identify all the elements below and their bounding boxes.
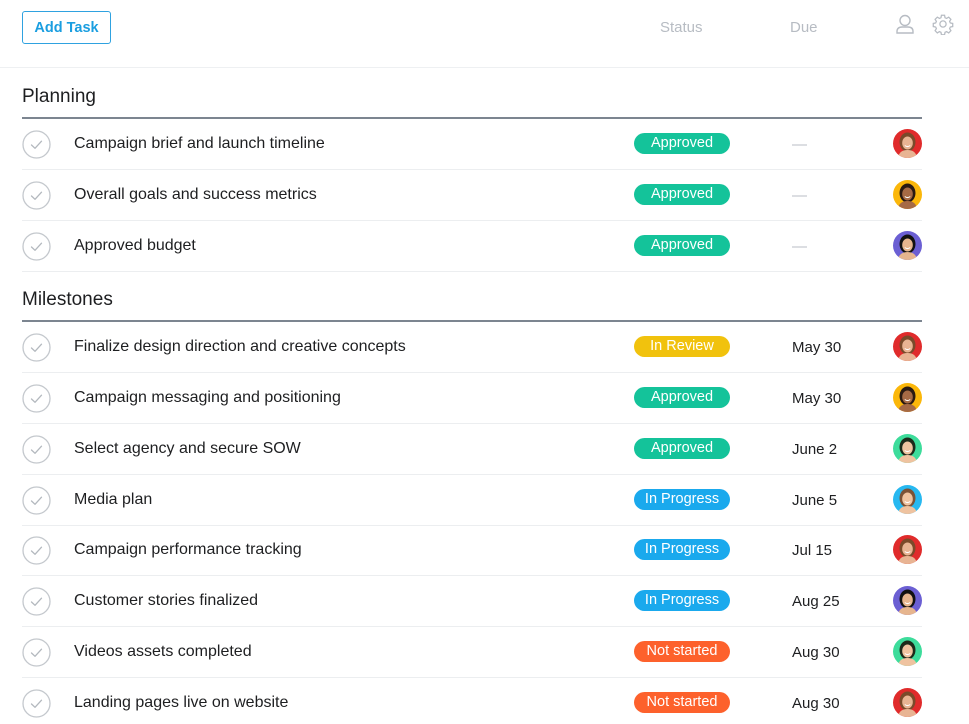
task-name[interactable]: Customer stories finalized xyxy=(74,592,258,610)
assignee-avatar[interactable] xyxy=(893,434,922,463)
assignee-avatar[interactable] xyxy=(893,586,922,615)
assignee-avatar[interactable] xyxy=(893,332,922,361)
task-row[interactable]: Campaign performance tracking In Progres… xyxy=(22,525,922,576)
complete-checkbox-icon[interactable] xyxy=(22,486,51,515)
avatar-portrait-icon xyxy=(898,234,917,260)
assignee-avatar[interactable] xyxy=(893,129,922,158)
avatar-portrait-icon xyxy=(898,488,917,514)
gear-icon[interactable] xyxy=(932,13,954,36)
assignee-avatar[interactable] xyxy=(893,231,922,260)
task-name[interactable]: Select agency and secure SOW xyxy=(74,440,301,458)
task-name[interactable]: Campaign performance tracking xyxy=(74,541,302,559)
due-date[interactable]: — xyxy=(792,187,807,204)
task-name[interactable]: Finalize design direction and creative c… xyxy=(74,338,406,356)
complete-checkbox-icon[interactable] xyxy=(22,130,51,159)
avatar-portrait-icon xyxy=(898,132,917,158)
complete-checkbox-icon[interactable] xyxy=(22,689,51,718)
status-badge[interactable]: Not started xyxy=(634,692,730,713)
avatar-portrait-icon xyxy=(898,538,917,564)
toolbar: Add Task Status Due xyxy=(0,0,969,68)
task-name[interactable]: Videos assets completed xyxy=(74,643,252,661)
status-badge[interactable]: Approved xyxy=(634,184,730,205)
column-header-status[interactable]: Status xyxy=(660,19,703,36)
complete-checkbox-icon[interactable] xyxy=(22,181,51,210)
assignee-avatar[interactable] xyxy=(893,637,922,666)
status-badge[interactable]: In Progress xyxy=(634,489,730,510)
person-outline-icon[interactable] xyxy=(894,13,916,35)
complete-checkbox-icon[interactable] xyxy=(22,638,51,667)
due-date[interactable]: Aug 30 xyxy=(792,695,840,712)
task-name[interactable]: Campaign messaging and positioning xyxy=(74,389,341,407)
due-date[interactable]: — xyxy=(792,136,807,153)
task-name[interactable]: Campaign brief and launch timeline xyxy=(74,135,325,153)
task-name[interactable]: Media plan xyxy=(74,491,152,509)
complete-checkbox-icon[interactable] xyxy=(22,384,51,413)
complete-checkbox-icon[interactable] xyxy=(22,587,51,616)
status-badge[interactable]: In Progress xyxy=(634,590,730,611)
due-date[interactable]: June 5 xyxy=(792,492,837,509)
status-badge[interactable]: Approved xyxy=(634,235,730,256)
due-date[interactable]: May 30 xyxy=(792,339,841,356)
task-name[interactable]: Approved budget xyxy=(74,237,196,255)
task-name[interactable]: Landing pages live on website xyxy=(74,694,288,712)
due-date[interactable]: Aug 25 xyxy=(792,593,840,610)
task-row[interactable]: Campaign brief and launch timeline Appro… xyxy=(22,119,922,170)
status-badge[interactable]: In Review xyxy=(634,336,730,357)
avatar-portrait-icon xyxy=(898,691,917,717)
column-header-due[interactable]: Due xyxy=(790,19,818,36)
due-date[interactable]: — xyxy=(792,238,807,255)
task-row[interactable]: Media plan In Progress June 5 xyxy=(22,475,922,526)
assignee-avatar[interactable] xyxy=(893,383,922,412)
avatar-portrait-icon xyxy=(898,589,917,615)
complete-checkbox-icon[interactable] xyxy=(22,536,51,565)
assignee-avatar[interactable] xyxy=(893,535,922,564)
assignee-avatar[interactable] xyxy=(893,688,922,717)
section-title[interactable]: Milestones xyxy=(22,289,113,311)
avatar-portrait-icon xyxy=(898,437,917,463)
avatar-portrait-icon xyxy=(898,335,917,361)
avatar-portrait-icon xyxy=(898,386,917,412)
due-date[interactable]: May 30 xyxy=(792,390,841,407)
task-row[interactable]: Videos assets completed Not started Aug … xyxy=(22,627,922,678)
task-row[interactable]: Overall goals and success metrics Approv… xyxy=(22,170,922,221)
complete-checkbox-icon[interactable] xyxy=(22,435,51,464)
status-badge[interactable]: In Progress xyxy=(634,539,730,560)
assignee-avatar[interactable] xyxy=(893,180,922,209)
task-row[interactable]: Campaign messaging and positioning Appro… xyxy=(22,373,922,424)
due-date[interactable]: Aug 30 xyxy=(792,644,840,661)
section-title[interactable]: Planning xyxy=(22,86,96,108)
complete-checkbox-icon[interactable] xyxy=(22,232,51,261)
add-task-button[interactable]: Add Task xyxy=(22,11,111,44)
task-row[interactable]: Approved budget Approved — xyxy=(22,221,922,272)
complete-checkbox-icon[interactable] xyxy=(22,333,51,362)
due-date[interactable]: June 2 xyxy=(792,441,837,458)
task-name[interactable]: Overall goals and success metrics xyxy=(74,186,317,204)
status-badge[interactable]: Approved xyxy=(634,438,730,459)
avatar-portrait-icon xyxy=(898,183,917,209)
task-row[interactable]: Finalize design direction and creative c… xyxy=(22,322,922,373)
task-row[interactable]: Customer stories finalized In Progress A… xyxy=(22,576,922,627)
avatar-portrait-icon xyxy=(898,640,917,666)
task-row[interactable]: Select agency and secure SOW Approved Ju… xyxy=(22,424,922,475)
assignee-avatar[interactable] xyxy=(893,485,922,514)
due-date[interactable]: Jul 15 xyxy=(792,542,832,559)
task-row[interactable]: Landing pages live on website Not starte… xyxy=(22,678,922,724)
status-badge[interactable]: Approved xyxy=(634,387,730,408)
status-badge[interactable]: Approved xyxy=(634,133,730,154)
status-badge[interactable]: Not started xyxy=(634,641,730,662)
